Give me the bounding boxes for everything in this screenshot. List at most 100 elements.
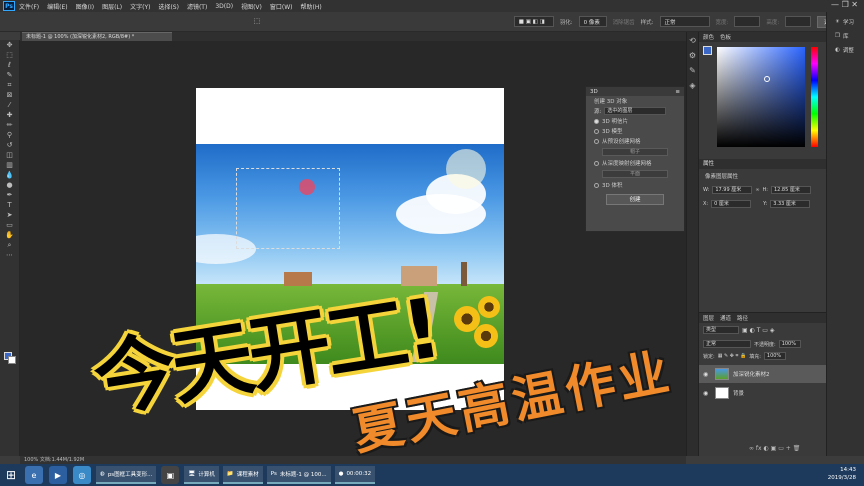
foreground-color-icon[interactable] [703,46,712,55]
source-select[interactable]: 选中的图层 [604,107,667,115]
learn-item[interactable]: ☀ 学习 [835,18,864,26]
menu-help[interactable]: 帮助(H) [301,2,322,11]
tools-panel: ✥ ⬚ ℓ ✎ ⌗ ⊠ ⁄ ✚ ✏ ⚲ ↺ ◫ ▥ 💧 ● ✒ T ➤ ▭ ✋ … [0,40,20,456]
task-tutorial[interactable]: ◍ ps图框工具变形... [96,466,157,484]
task-recorder[interactable]: ● 00:00:32 [334,466,376,484]
tab-color[interactable]: 颜色 [703,33,714,41]
color-selection-marker[interactable] [764,76,770,82]
app-icon[interactable]: ◎ [73,466,91,484]
frame-tool-icon[interactable]: ⊠ [4,91,16,100]
radio-icon [594,118,599,124]
link-icon[interactable]: ∞ [755,187,759,193]
start-button-icon[interactable]: ⊞ [0,464,22,486]
move-tool-icon[interactable]: ✥ [4,41,16,50]
system-clock[interactable]: 14:43 2019/3/28 [828,466,856,482]
task-computer[interactable]: 🖥 计算机 [184,466,219,484]
menu-view[interactable]: 视图(V) [241,2,262,11]
height-input[interactable] [785,16,812,27]
brush-settings-icon[interactable]: ✎ [688,66,697,75]
fill-input[interactable]: 100% [763,352,786,360]
lock-icons[interactable]: ▦ ✎ ✥ ⌗ 🔒 [718,353,747,359]
depth-select[interactable]: 平面 [602,170,668,178]
option-depth-mesh[interactable]: 从深度映射创建网格 [586,158,684,168]
marquee-tool-icon[interactable]: ⬚ [252,17,262,26]
brush-tool-icon[interactable]: ✏ [4,121,16,130]
window-controls[interactable]: — ❐ ✕ [831,0,858,9]
healing-tool-icon[interactable]: ✚ [4,111,16,120]
zoom-tool-icon[interactable]: ⌕ [4,241,16,250]
media-icon[interactable]: ▶ [49,466,67,484]
document-tab[interactable]: 未标题-1 @ 100% (加深锐化素材2, RGB/8#) * [22,32,172,41]
opacity-label: 不透明度: [754,341,776,348]
library-item[interactable]: ❒ 库 [835,32,864,40]
width-input[interactable] [734,16,761,27]
layer-filter-select[interactable]: 类型 [703,326,739,334]
blur-tool-icon[interactable]: 💧 [4,171,16,180]
layer-row[interactable]: ◉ 加深锐化素材2 [699,365,827,383]
dodge-tool-icon[interactable]: ● [4,181,16,190]
lasso-tool-icon[interactable]: ℓ [4,61,16,70]
stamp-tool-icon[interactable]: ⚲ [4,131,16,140]
panel-menu-icon[interactable]: ≡ [675,89,680,95]
feather-input[interactable]: 0 像素 [578,16,607,27]
path-select-tool-icon[interactable]: ➤ [4,211,16,220]
w-input[interactable]: 17.99 厘米 [712,186,753,194]
pen-tool-icon[interactable]: ✒ [4,191,16,200]
shape-tool-icon[interactable]: ▭ [4,221,16,230]
blend-mode-select[interactable]: 正常 [703,340,751,348]
quick-select-tool-icon[interactable]: ✎ [4,71,16,80]
filter-icons[interactable]: ▣ ◐ T ▭ ◈ [742,327,774,334]
type-tool-icon[interactable]: T [4,201,16,210]
menu-image[interactable]: 图像(I) [76,2,94,11]
eye-icon[interactable]: ◉ [703,390,711,397]
gradient-tool-icon[interactable]: ▥ [4,161,16,170]
history-brush-tool-icon[interactable]: ↺ [4,141,16,150]
app2-icon[interactable]: ▣ [161,466,180,484]
eyedropper-tool-icon[interactable]: ⁄ [4,101,16,110]
create-button[interactable]: 创建 [606,194,664,205]
task-folder[interactable]: 📁 课程素材 [222,466,263,484]
menu-filter[interactable]: 滤镜(T) [187,2,207,11]
tab-layers[interactable]: 图层 [703,314,714,322]
menu-layer[interactable]: 图层(L) [102,2,122,11]
hand-tool-icon[interactable]: ✋ [4,231,16,240]
eye-icon[interactable]: ◉ [703,371,711,378]
h-input[interactable]: 12.85 厘米 [770,186,811,194]
option-postcard[interactable]: 3D 明信片 [586,116,684,126]
option-volume[interactable]: 3D 体积 [586,180,684,190]
layers-tabs: 图层 通道 路径 [699,313,827,323]
color-picker-field[interactable] [717,47,805,147]
antialias-checkbox[interactable]: 消除锯齿 [613,18,635,26]
layer-actions-icons[interactable]: ∞ fx ◐ ▣ ▭ + 🗑 [749,445,800,452]
browser-icon[interactable]: e [25,466,43,484]
menu-file[interactable]: 文件(F) [19,2,39,11]
tab-paths[interactable]: 路径 [737,314,748,322]
task-photoshop[interactable]: Ps 未标题-1 @ 100... [266,466,331,484]
adjustments-item[interactable]: ◐ 调整 [835,46,864,54]
selection-mode-icons[interactable]: ■ ▣ ◧ ◨ [513,16,554,27]
menu-select[interactable]: 选择(S) [158,2,179,11]
crop-tool-icon[interactable]: ⌗ [4,81,16,90]
3d-icon[interactable]: ◈ [688,81,697,90]
eraser-tool-icon[interactable]: ◫ [4,151,16,160]
style-select[interactable]: 正常 [659,16,710,27]
menu-3d[interactable]: 3D(D) [215,3,233,10]
option-preset-mesh[interactable]: 从预设创建网格 [586,136,684,146]
tab-channels[interactable]: 通道 [720,314,731,322]
option-model[interactable]: 3D 模型 [586,126,684,136]
more-tools-icon[interactable]: ⋯ [4,251,16,260]
preset-select[interactable]: 帽子 [602,148,668,156]
rect-marquee-tool-icon[interactable]: ⬚ [4,51,16,60]
layer-row[interactable]: ◉ 背景 [699,384,827,402]
opacity-input[interactable]: 100% [778,340,801,348]
hue-slider[interactable] [811,47,818,147]
x-input[interactable]: 0 厘米 [711,200,752,208]
menu-window[interactable]: 窗口(W) [270,2,293,11]
adjust-icon[interactable]: ⚙ [688,51,697,60]
y-input[interactable]: 3.33 厘米 [770,200,811,208]
history-icon[interactable]: ⟲ [688,36,697,45]
menu-type[interactable]: 文字(Y) [130,2,150,11]
tab-swatches[interactable]: 色板 [720,33,731,41]
background-color-swatch[interactable] [8,356,16,364]
menu-edit[interactable]: 编辑(E) [47,2,67,11]
